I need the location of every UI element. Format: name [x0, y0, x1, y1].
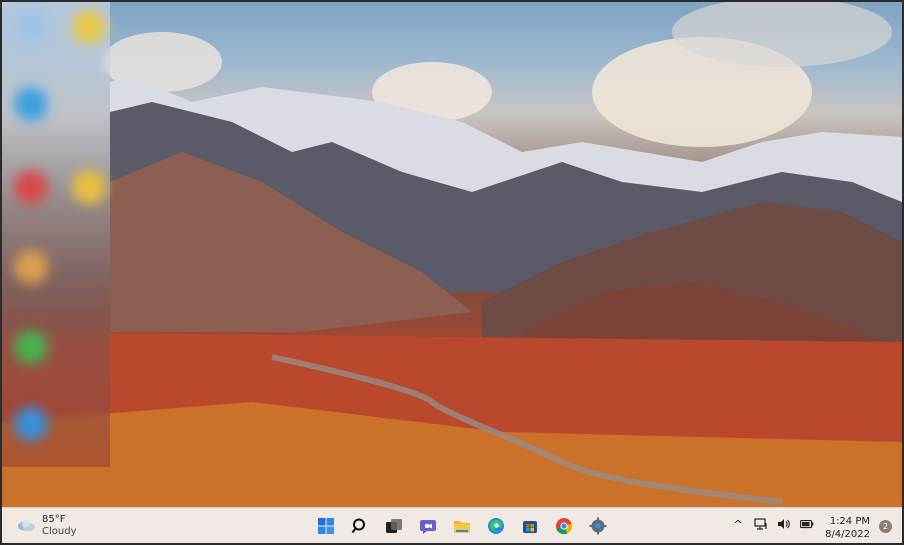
taskbar: 85°F Cloudy ^ 1:24 PM 8/4/2022 2	[2, 507, 902, 543]
network-icon[interactable]	[754, 517, 768, 531]
search-button[interactable]	[347, 513, 373, 539]
system-tray: ^	[731, 517, 814, 531]
blurred-app-icon	[14, 330, 48, 364]
folder-icon	[454, 521, 470, 533]
task-view-button[interactable]	[381, 513, 407, 539]
cloud-icon	[16, 517, 36, 536]
store-icon	[523, 521, 537, 533]
blurred-app-icon	[72, 170, 106, 204]
clock-time: 1:24 PM	[829, 516, 870, 527]
blurred-app-icon	[14, 407, 48, 441]
blurred-app-icon	[14, 87, 48, 121]
edge-icon	[488, 518, 504, 534]
weather-widget[interactable]: 85°F Cloudy	[16, 513, 76, 539]
screen-frame: 85°F Cloudy ^ 1:24 PM 8/4/2022 2	[0, 0, 904, 545]
teams-chat-icon	[420, 520, 436, 534]
blurred-app-icon	[14, 10, 48, 44]
desktop-wallpaper	[2, 2, 902, 507]
taskbar-apps	[313, 513, 611, 539]
windows-logo-icon	[318, 518, 334, 534]
file-explorer-button[interactable]	[449, 513, 475, 539]
blurred-app-icon	[72, 10, 106, 44]
clock[interactable]: 1:24 PM 8/4/2022	[825, 515, 870, 541]
tray-overflow-chevron[interactable]: ^	[731, 517, 745, 531]
weather-temperature: 85°F	[42, 514, 66, 525]
edge-button[interactable]	[483, 513, 509, 539]
mountain-landscape	[2, 2, 902, 507]
notification-badge[interactable]: 2	[879, 520, 892, 533]
clock-date: 8/4/2022	[825, 529, 870, 540]
settings-button[interactable]	[585, 513, 611, 539]
blurred-app-column	[2, 2, 110, 467]
battery-icon[interactable]	[800, 517, 814, 531]
blurred-app-icon	[14, 170, 48, 204]
weather-condition: Cloudy	[42, 526, 77, 537]
gear-icon	[589, 517, 607, 535]
weather-text: 85°F Cloudy	[42, 514, 76, 538]
volume-icon[interactable]	[777, 517, 791, 531]
chat-button[interactable]	[415, 513, 441, 539]
chrome-button[interactable]	[551, 513, 577, 539]
start-button[interactable]	[313, 513, 339, 539]
blurred-app-icon	[14, 250, 48, 284]
store-button[interactable]	[517, 513, 543, 539]
chrome-icon	[556, 518, 573, 535]
task-view-icon	[386, 519, 402, 533]
search-icon	[351, 518, 365, 534]
